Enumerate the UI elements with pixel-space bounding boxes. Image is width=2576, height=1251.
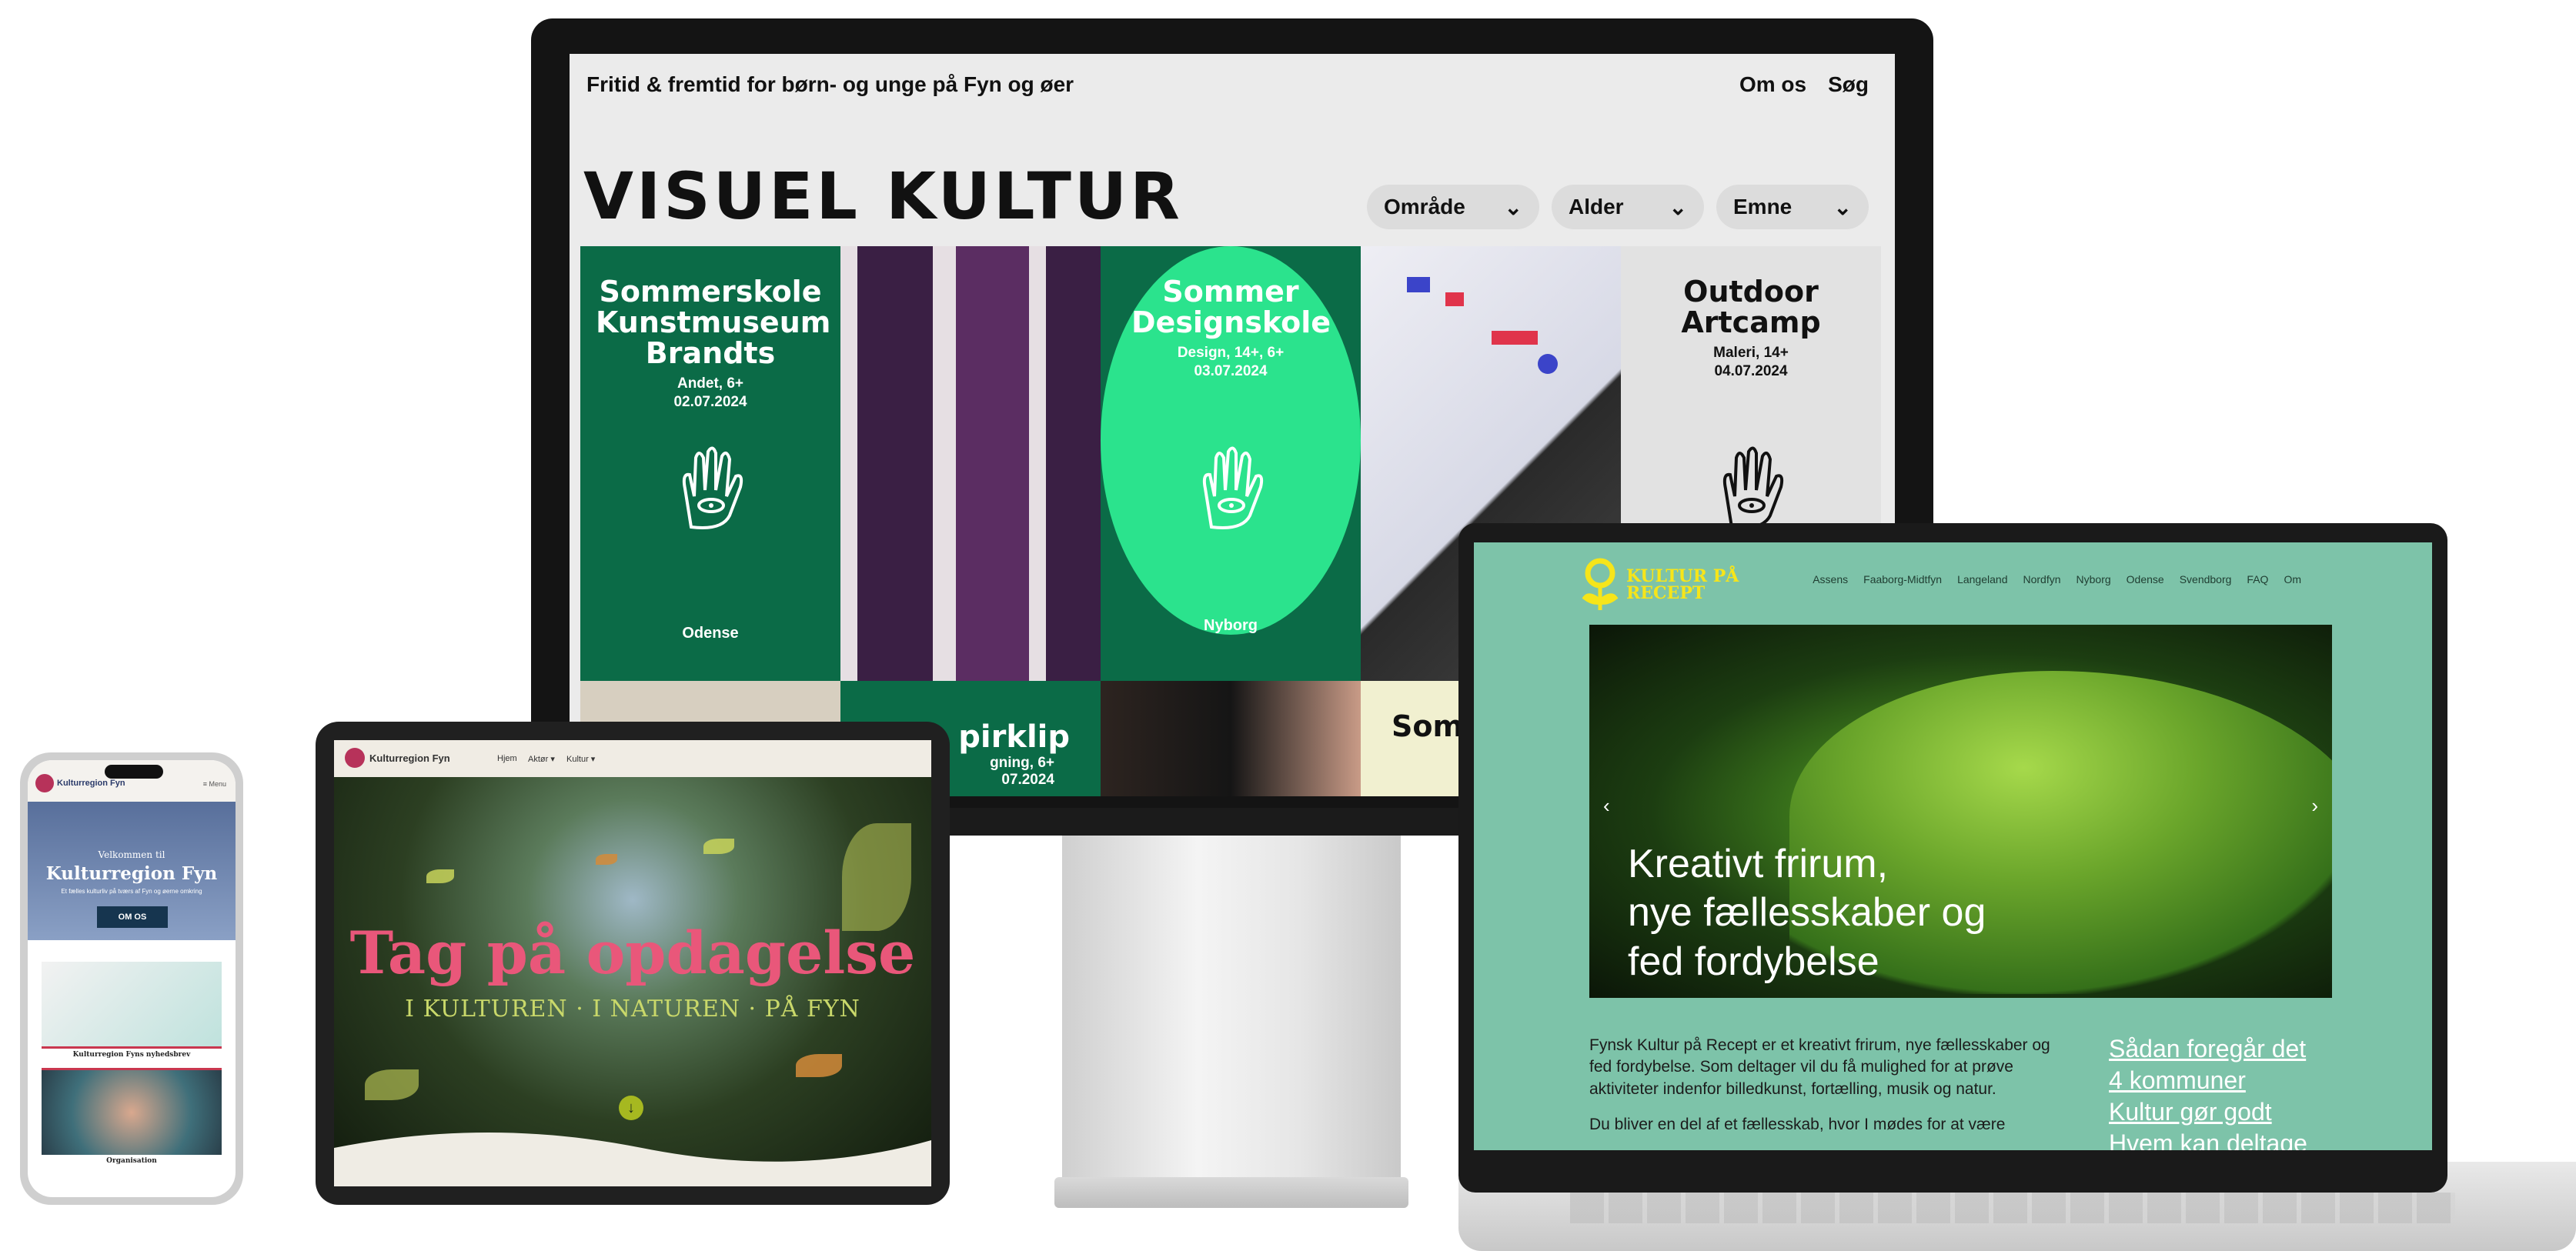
site-logo[interactable]: VISUEL KULTUR	[583, 158, 1183, 234]
kpr-nav: Assens Faaborg-Midtfyn Langeland Nordfyn…	[1813, 573, 2301, 585]
leaf-shape	[703, 839, 734, 854]
hero-subtitle: I KULTUREN · I NATUREN · PÅ FYN	[405, 996, 860, 1022]
newsletter-card-image[interactable]	[42, 962, 222, 1049]
tablet-screen: Kulturregion Fyn Hjem Aktør ▾ Kultur ▾ T…	[334, 740, 931, 1186]
flower-logo-icon	[345, 748, 365, 768]
carousel-next-icon[interactable]: ›	[2311, 794, 2318, 818]
monitor-stand	[1062, 836, 1401, 1197]
nav-odense[interactable]: Odense	[2127, 573, 2164, 585]
nav-nordfyn[interactable]: Nordfyn	[2023, 573, 2060, 585]
laptop-keyboard	[1570, 1193, 2455, 1223]
organisation-card-title[interactable]: Organisation	[28, 1157, 236, 1165]
nav-nyborg[interactable]: Nyborg	[2077, 573, 2111, 585]
nav-aktor[interactable]: Aktør ▾	[528, 754, 555, 764]
chevron-down-icon: ⌄	[1669, 195, 1687, 219]
event-card-image[interactable]	[1101, 681, 1361, 796]
tablet-nav: Kulturregion Fyn Hjem Aktør ▾ Kultur ▾	[334, 740, 931, 777]
nav-assens[interactable]: Assens	[1813, 573, 1848, 585]
hero-headline: Kreativt frirum, nye fællesskaber og fed…	[1628, 842, 1986, 984]
carousel-prev-icon[interactable]: ‹	[1603, 794, 1610, 818]
nav-faq[interactable]: FAQ	[2247, 573, 2268, 585]
nav-om-os[interactable]: Om os	[1739, 72, 1806, 97]
filter-age[interactable]: Alder ⌄	[1552, 185, 1704, 229]
leaf-shape	[426, 869, 454, 883]
leaf-shape	[796, 1054, 842, 1077]
kpr-logo-text: KULTUR PÅ RECEPT	[1626, 566, 1739, 603]
side-links: Sådan foregår det 4 kommuner Kultur gør …	[2109, 1035, 2307, 1150]
link-who-can-join[interactable]: Hvem kan deltage	[2109, 1129, 2307, 1150]
scroll-down-icon[interactable]: ↓	[619, 1096, 643, 1120]
hero-carousel: ‹ › Kreativt frirum, nye fællesskaber og…	[1589, 625, 2332, 998]
hand-eye-icon	[682, 446, 743, 529]
newsletter-card-title[interactable]: Kulturregion Fyns nyhedsbrev	[28, 1051, 236, 1059]
filter-bar: Område ⌄ Alder ⌄ Emne ⌄	[1367, 185, 1869, 229]
nav-home[interactable]: Hjem	[497, 754, 517, 763]
kpr-logo[interactable]: KULTUR PÅ RECEPT	[1582, 558, 1749, 612]
organisation-card-image[interactable]	[42, 1068, 222, 1155]
link-4-municipalities[interactable]: 4 kommuner	[2109, 1066, 2307, 1095]
phone-logo[interactable]: Kulturregion Fyn	[57, 779, 125, 788]
laptop-screen: KULTUR PÅ RECEPT Assens Faaborg-Midtfyn …	[1474, 542, 2432, 1150]
chevron-down-icon: ⌄	[1833, 195, 1852, 219]
leaf-shape	[596, 854, 617, 865]
hero-title: Tag på opdagelse	[349, 919, 916, 987]
nav-faaborg-midtfyn[interactable]: Faaborg-Midtfyn	[1863, 573, 1942, 585]
nav-kultur[interactable]: Kultur ▾	[566, 754, 595, 764]
nav-langeland[interactable]: Langeland	[1957, 573, 2007, 585]
nav-search[interactable]: Søg	[1828, 72, 1869, 97]
hand-eye-icon	[1722, 446, 1784, 529]
filter-topic[interactable]: Emne ⌄	[1716, 185, 1869, 229]
phone-notch	[105, 765, 163, 779]
menu-button[interactable]: ≡ Menu	[203, 780, 226, 788]
main-nav: Om os Søg	[1739, 72, 1869, 97]
site-tagline: Fritid & fremtid for børn- og unge på Fy…	[586, 72, 1074, 96]
leaf-shape	[365, 1069, 419, 1100]
tablet-logo[interactable]: Kulturregion Fyn	[369, 752, 450, 764]
nav-svendborg[interactable]: Svendborg	[2180, 573, 2232, 585]
link-culture-does-good[interactable]: Kultur gør godt	[2109, 1098, 2307, 1126]
intro-text: Fynsk Kultur på Recept er et kreativt fr…	[1589, 1036, 2050, 1134]
nav-om[interactable]: Om	[2284, 573, 2301, 585]
about-button[interactable]: OM OS	[97, 906, 168, 928]
wave-divider	[334, 1133, 931, 1186]
link-how-it-works[interactable]: Sådan foregår det	[2109, 1035, 2307, 1063]
leaf-shape	[842, 823, 911, 931]
chevron-down-icon: ⌄	[1504, 195, 1522, 219]
flower-logo-icon	[1582, 558, 1619, 610]
phone-screen: Kulturregion Fyn ≡ Menu Velkommen til Ku…	[28, 760, 236, 1197]
event-card-image[interactable]	[840, 246, 1101, 681]
monitor-foot	[1054, 1177, 1408, 1208]
filter-area[interactable]: Område ⌄	[1367, 185, 1539, 229]
hand-eye-icon	[1202, 446, 1264, 529]
event-card[interactable]: Sommerskole Kunstmuseum Brandts Andet, 6…	[580, 246, 840, 681]
event-card[interactable]: Sommer Designskole Design, 14+, 6+ 03.07…	[1101, 246, 1361, 681]
flower-logo-icon	[35, 774, 54, 792]
